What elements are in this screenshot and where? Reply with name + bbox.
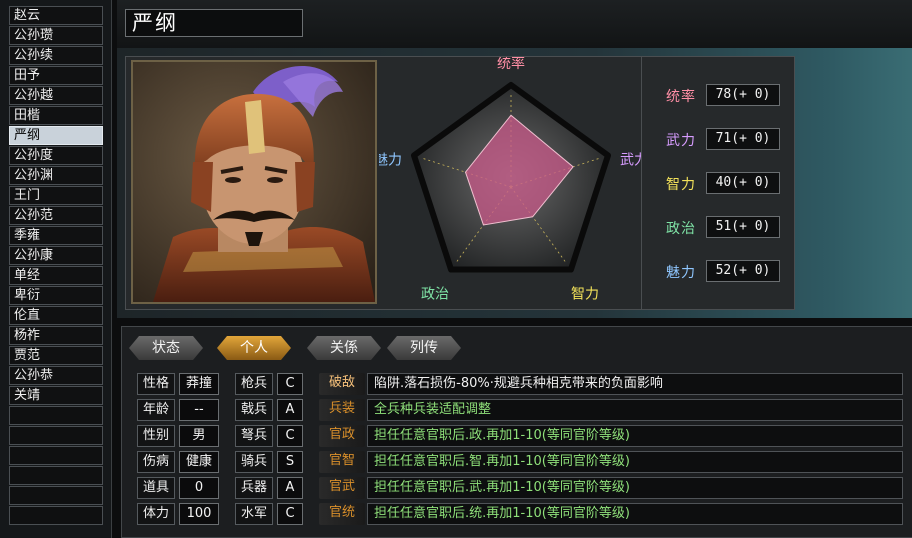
stat-value: 51(+ 0): [706, 216, 780, 238]
title-bar: 严纲: [117, 0, 912, 49]
stat-values: 统率 78(+ 0) 武力 71(+ 0) 智力 40(+ 0) 政治 51(+ 0) 魅力 52…: [641, 57, 796, 309]
skill-name: 官智: [319, 451, 365, 473]
skill-description: 全兵种兵装适配调整: [367, 399, 903, 421]
officer-list-empty-slot: [9, 506, 103, 525]
stat-value: 78(+ 0): [706, 84, 780, 106]
officer-list-item[interactable]: 王门: [9, 186, 103, 205]
personal-value: 健康: [179, 451, 219, 473]
personal-label: 性别: [137, 425, 175, 447]
personal-value: --: [179, 399, 219, 421]
officer-name: 严纲: [125, 9, 303, 37]
personal-label: 性格: [137, 373, 175, 395]
radar-axis-label: 魅力: [379, 152, 402, 168]
aptitude-label: 骑兵: [235, 451, 273, 473]
radar-axis-label: 武力: [620, 152, 641, 168]
radar-svg: 统率武力智力 政治 魅力: [374, 55, 648, 303]
stat-row: 魅力 52(+ 0): [642, 260, 796, 284]
tab-0[interactable]: 状态: [129, 336, 203, 360]
skill-name: 官武: [319, 477, 365, 499]
personal-value: 100: [179, 503, 219, 525]
skill-name: 兵装: [319, 399, 365, 421]
tab-2[interactable]: 关係: [307, 336, 381, 360]
officer-list-item[interactable]: 公孙度: [9, 146, 103, 165]
aptitude-label: 戟兵: [235, 399, 273, 421]
stat-row: 政治 51(+ 0): [642, 216, 796, 240]
aptitude-grade: C: [277, 373, 303, 395]
radar-axis-label: 统率: [497, 57, 525, 72]
stat-row: 武力 71(+ 0): [642, 128, 796, 152]
personal-value: 莽撞: [179, 373, 219, 395]
stat-label: 智力: [666, 177, 696, 193]
personal-value: 0: [179, 477, 219, 499]
tab-1[interactable]: 个人: [217, 336, 291, 360]
aptitude-label: 弩兵: [235, 425, 273, 447]
portrait-image: [133, 62, 375, 302]
officer-list-empty-slot: [9, 486, 103, 505]
aptitude-label: 水军: [235, 503, 273, 525]
stat-row: 智力 40(+ 0): [642, 172, 796, 196]
skill-name: 官政: [319, 425, 365, 447]
personal-label: 年龄: [137, 399, 175, 421]
aptitude-label: 枪兵: [235, 373, 273, 395]
officer-list-item[interactable]: 杨祚: [9, 326, 103, 345]
officer-list-item[interactable]: 伦直: [9, 306, 103, 325]
officer-list[interactable]: 赵云 公孙瓒 公孙续 田予 公孙越 田楷 严纲 公孙度 公孙渊 王门 公孙范 季雍 公孙康 单经 卑衍 伦直杨…: [9, 6, 103, 526]
personal-label: 伤病: [137, 451, 175, 473]
officer-list-item[interactable]: 季雍: [9, 226, 103, 245]
officer-list-empty-slot: [9, 426, 103, 445]
officer-list-item[interactable]: 田楷: [9, 106, 103, 125]
officer-list-item[interactable]: 公孙恭: [9, 366, 103, 385]
stat-row: 统率 78(+ 0): [642, 84, 796, 108]
officer-list-item[interactable]: 公孙越: [9, 86, 103, 105]
skill-description: 担任任意官职后.武.再加1-10(等同官阶等级): [367, 477, 903, 499]
aptitude-grade: A: [277, 399, 303, 421]
officer-list-empty-slot: [9, 406, 103, 425]
officer-list-item[interactable]: 公孙续: [9, 46, 103, 65]
stat-value: 52(+ 0): [706, 260, 780, 282]
stat-label: 统率: [666, 89, 696, 105]
tab-3[interactable]: 列传: [387, 336, 461, 360]
officer-list-item[interactable]: 公孙瓒: [9, 26, 103, 45]
officer-list-item[interactable]: 严纲: [9, 126, 103, 145]
stat-value: 71(+ 0): [706, 128, 780, 150]
officer-list-item[interactable]: 公孙康: [9, 246, 103, 265]
stat-label: 武力: [666, 133, 696, 149]
officer-list-panel: 赵云 公孙瓒 公孙续 田予 公孙越 田楷 严纲 公孙度 公孙渊 王门 公孙范 季雍 公孙康 单经 卑衍 伦直杨…: [0, 0, 112, 538]
officer-list-item[interactable]: 田予: [9, 66, 103, 85]
personal-label: 体力: [137, 503, 175, 525]
skill-description: 担任任意官职后.政.再加1-10(等同官阶等级): [367, 425, 903, 447]
officer-list-item[interactable]: 单经: [9, 266, 103, 285]
skill-name: 官统: [319, 503, 365, 525]
aptitude-grade: C: [277, 425, 303, 447]
personal-value: 男: [179, 425, 219, 447]
stat-radar-chart: 统率武力智力 政治 魅力: [374, 55, 648, 309]
personal-label: 道具: [137, 477, 175, 499]
officer-list-item[interactable]: 卑衍: [9, 286, 103, 305]
officer-list-empty-slot: [9, 466, 103, 485]
skill-description: 担任任意官职后.智.再加1-10(等同官阶等级): [367, 451, 903, 473]
officer-list-item[interactable]: 贾范: [9, 346, 103, 365]
aptitude-label: 兵器: [235, 477, 273, 499]
radar-axis-label: 政治: [421, 287, 449, 303]
officer-list-item[interactable]: 关靖: [9, 386, 103, 405]
aptitude-grade: S: [277, 451, 303, 473]
aptitude-grade: C: [277, 503, 303, 525]
officer-list-empty-slot: [9, 446, 103, 465]
officer-detail: 严纲 统率 武 智力 政治 魅力 统率 78(+ 0) 武力 71(+ 0) 智…: [117, 0, 912, 538]
skill-description: 担任任意官职后.统.再加1-10(等同官阶等级): [367, 503, 903, 525]
skill-name: 破敌: [319, 373, 365, 395]
aptitude-grade: A: [277, 477, 303, 499]
officer-list-item[interactable]: 公孙范: [9, 206, 103, 225]
skill-description: 陷阱.落石损伤-80%·规避兵种相克带来的负面影响: [367, 373, 903, 395]
stat-label: 政治: [666, 221, 696, 237]
officer-list-item[interactable]: 公孙渊: [9, 166, 103, 185]
officer-portrait: [131, 60, 377, 304]
radar-axis-label: 智力: [571, 287, 599, 303]
officer-list-item[interactable]: 赵云: [9, 6, 103, 25]
stat-value: 40(+ 0): [706, 172, 780, 194]
stat-label: 魅力: [666, 265, 696, 281]
